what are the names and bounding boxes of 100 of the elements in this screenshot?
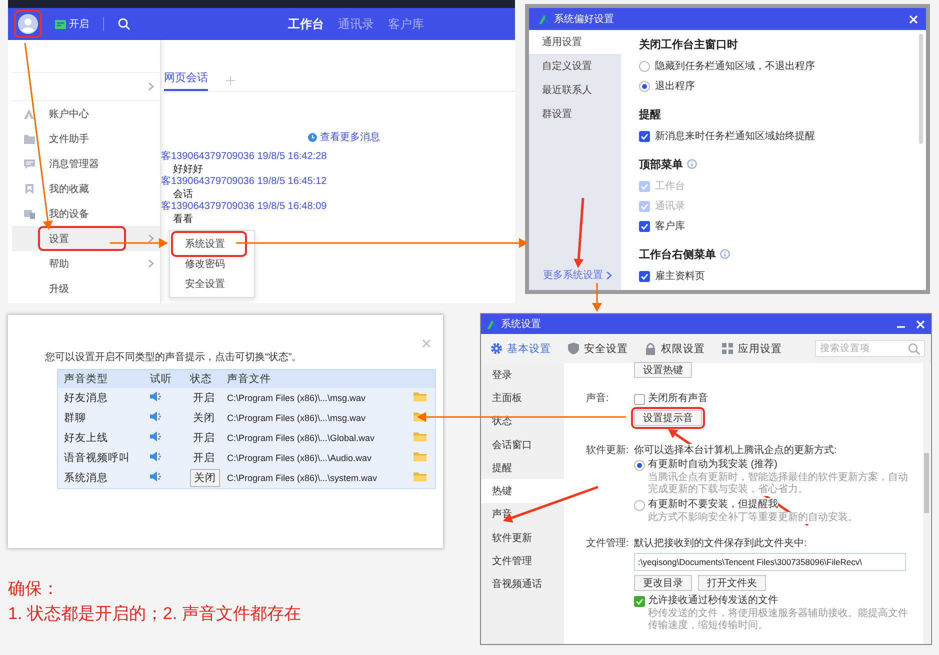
speaker-icon[interactable] <box>150 431 162 442</box>
arrow <box>574 198 584 268</box>
arrow <box>592 283 602 312</box>
section-heading: 顶部菜单 <box>639 158 683 172</box>
toolbar-tab[interactable]: 权限设置 <box>644 342 705 356</box>
toolbar-tab[interactable]: 安全设置 <box>567 342 628 356</box>
menu-item[interactable]: 系统设置 <box>174 234 244 254</box>
sidebar-item[interactable]: 音视频通话 <box>481 572 564 596</box>
field-label: 软件更新: <box>586 444 630 458</box>
table-cell: C:\Program Files (x86)\...\Global.wav <box>221 428 407 448</box>
gear-icon <box>490 342 503 355</box>
folder-button[interactable]: 更改目录 <box>634 575 692 591</box>
message-sender: 客139064379709036 19/8/5 16:42:28 <box>161 151 328 163</box>
message-text: 会话 <box>172 188 194 201</box>
more-settings-link[interactable]: 更多系统设置 <box>543 268 603 282</box>
option-description: 秒传发送的文件，将使用极速服务器辅助接收。能提高文件传输速度，缩短传输时间。 <box>648 608 910 632</box>
status-toggle[interactable]: 开启 <box>190 390 218 406</box>
chat-tab[interactable]: 网页会话 <box>164 70 208 91</box>
menu-item[interactable]: 修改密码 <box>170 254 254 274</box>
section-heading: 关闭工作台主窗口时 <box>639 38 738 52</box>
message-text: 好好好 <box>172 163 204 176</box>
sidebar-item[interactable]: 通用设置 <box>529 30 621 54</box>
clock-icon <box>308 132 317 142</box>
menu-item[interactable]: 升级 <box>49 282 160 296</box>
option-label: 新消息来时任务栏通知区域始终提醒 <box>655 130 815 143</box>
section-heading: 提醒 <box>639 108 661 122</box>
menu-item[interactable]: 我的收藏 <box>49 182 160 196</box>
speaker-icon[interactable] <box>150 451 162 462</box>
chevron-icon <box>148 82 154 91</box>
shield-icon <box>567 342 580 355</box>
checkbox[interactable] <box>639 270 650 282</box>
sidebar-item[interactable]: 登录 <box>481 363 564 386</box>
checkbox[interactable] <box>639 130 650 142</box>
search-icon <box>908 342 920 354</box>
sidebar-item[interactable]: 热键 <box>481 479 564 503</box>
plus-icon[interactable] <box>226 76 235 85</box>
option-label: 工作台 <box>655 180 685 193</box>
speaker-icon[interactable] <box>150 471 162 482</box>
menu-item[interactable]: 帮助 <box>49 256 148 270</box>
menu-item[interactable]: 安全设置 <box>170 274 254 294</box>
path-field[interactable]: :\yeqisong\Documents\Tencent Files\3007358096\FileRecv\ <box>634 553 906 571</box>
status-toggle[interactable]: 关闭 <box>190 410 218 426</box>
checkbox[interactable] <box>634 394 645 404</box>
speaker-icon[interactable] <box>150 391 162 402</box>
nav-tab[interactable]: 工作台 <box>288 16 324 32</box>
table-cell: C:\Program Files (x86)\...\Audio.wav <box>221 448 407 468</box>
message-icon <box>24 158 35 168</box>
menu-item[interactable]: 文件助手 <box>49 132 160 146</box>
note-title: 确保： <box>8 578 60 600</box>
folder-icon[interactable] <box>413 431 427 442</box>
table-cell: 系统消息 <box>58 468 144 488</box>
sidebar-item[interactable]: 文件管理 <box>481 549 564 573</box>
radio-button[interactable] <box>634 500 645 510</box>
folder-icon[interactable] <box>413 471 427 482</box>
sidebar-item[interactable]: 主面板 <box>481 386 564 410</box>
sidebar-item[interactable]: 提醒 <box>481 456 564 480</box>
column-header: 状态 <box>184 370 221 388</box>
table-cell: 群聊 <box>58 408 144 428</box>
column-header: 声音类型 <box>58 370 144 388</box>
logo-icon <box>539 14 550 24</box>
folder-icon[interactable] <box>413 451 427 462</box>
menu-item[interactable]: 我的设备 <box>49 206 160 220</box>
status-toggle[interactable]: 开启 <box>190 430 218 446</box>
section-heading: 工作台右侧菜单 <box>639 248 716 262</box>
hotkey-button[interactable]: 设置热键 <box>634 362 692 378</box>
option-label: 隐藏到任务栏通知区域，不退出程序 <box>655 60 815 73</box>
message-sender: 客139064379709036 19/8/5 16:48:09 <box>161 201 328 213</box>
table-cell: 好友消息 <box>58 388 144 408</box>
speaker-icon[interactable] <box>150 411 162 422</box>
menu-item[interactable]: 消息管理器 <box>49 156 160 170</box>
sidebar-item[interactable]: 会话窗口 <box>481 432 564 456</box>
menu-item[interactable]: 账户中心 <box>49 106 160 120</box>
folder-icon[interactable] <box>413 391 427 402</box>
toolbar-tab[interactable]: 基本设置 <box>490 342 551 356</box>
toolbar-tab[interactable]: 应用设置 <box>721 342 782 356</box>
search-icon[interactable] <box>118 18 130 30</box>
scrollbar[interactable] <box>919 34 923 144</box>
folder-button[interactable]: 打开文件夹 <box>698 575 766 591</box>
option-label: 通讯录 <box>655 200 685 213</box>
radio-button[interactable] <box>639 80 650 92</box>
sidebar-item[interactable]: 群设置 <box>529 102 621 126</box>
status-toggle[interactable]: 开启 <box>190 450 218 466</box>
scrollbar[interactable] <box>924 453 929 513</box>
radio-button[interactable] <box>639 60 650 72</box>
table-cell: C:\Program Files (x86)\...\system.wav <box>221 468 407 488</box>
start-button[interactable]: 开启 <box>55 17 89 31</box>
status-toggle[interactable]: 关闭 <box>190 469 220 487</box>
table-cell: 语音视频呼叫 <box>58 448 144 468</box>
note-text: 1. 状态都是开启的；2. 声音文件都存在 <box>8 603 301 625</box>
sound-settings-button[interactable]: 设置提示音 <box>634 410 702 426</box>
sidebar-item[interactable]: 最近联系人 <box>529 78 621 102</box>
message-text: 看看 <box>172 213 194 226</box>
sidebar-item[interactable]: 自定义设置 <box>529 54 621 78</box>
sidebar-item[interactable]: 软件更新 <box>481 526 564 550</box>
more-messages-link[interactable]: 查看更多消息 <box>320 130 380 144</box>
lock-icon <box>644 342 657 355</box>
checkbox[interactable] <box>634 596 645 606</box>
avatar-button[interactable] <box>17 13 39 35</box>
radio-button[interactable] <box>634 460 645 470</box>
checkbox[interactable] <box>639 220 650 232</box>
